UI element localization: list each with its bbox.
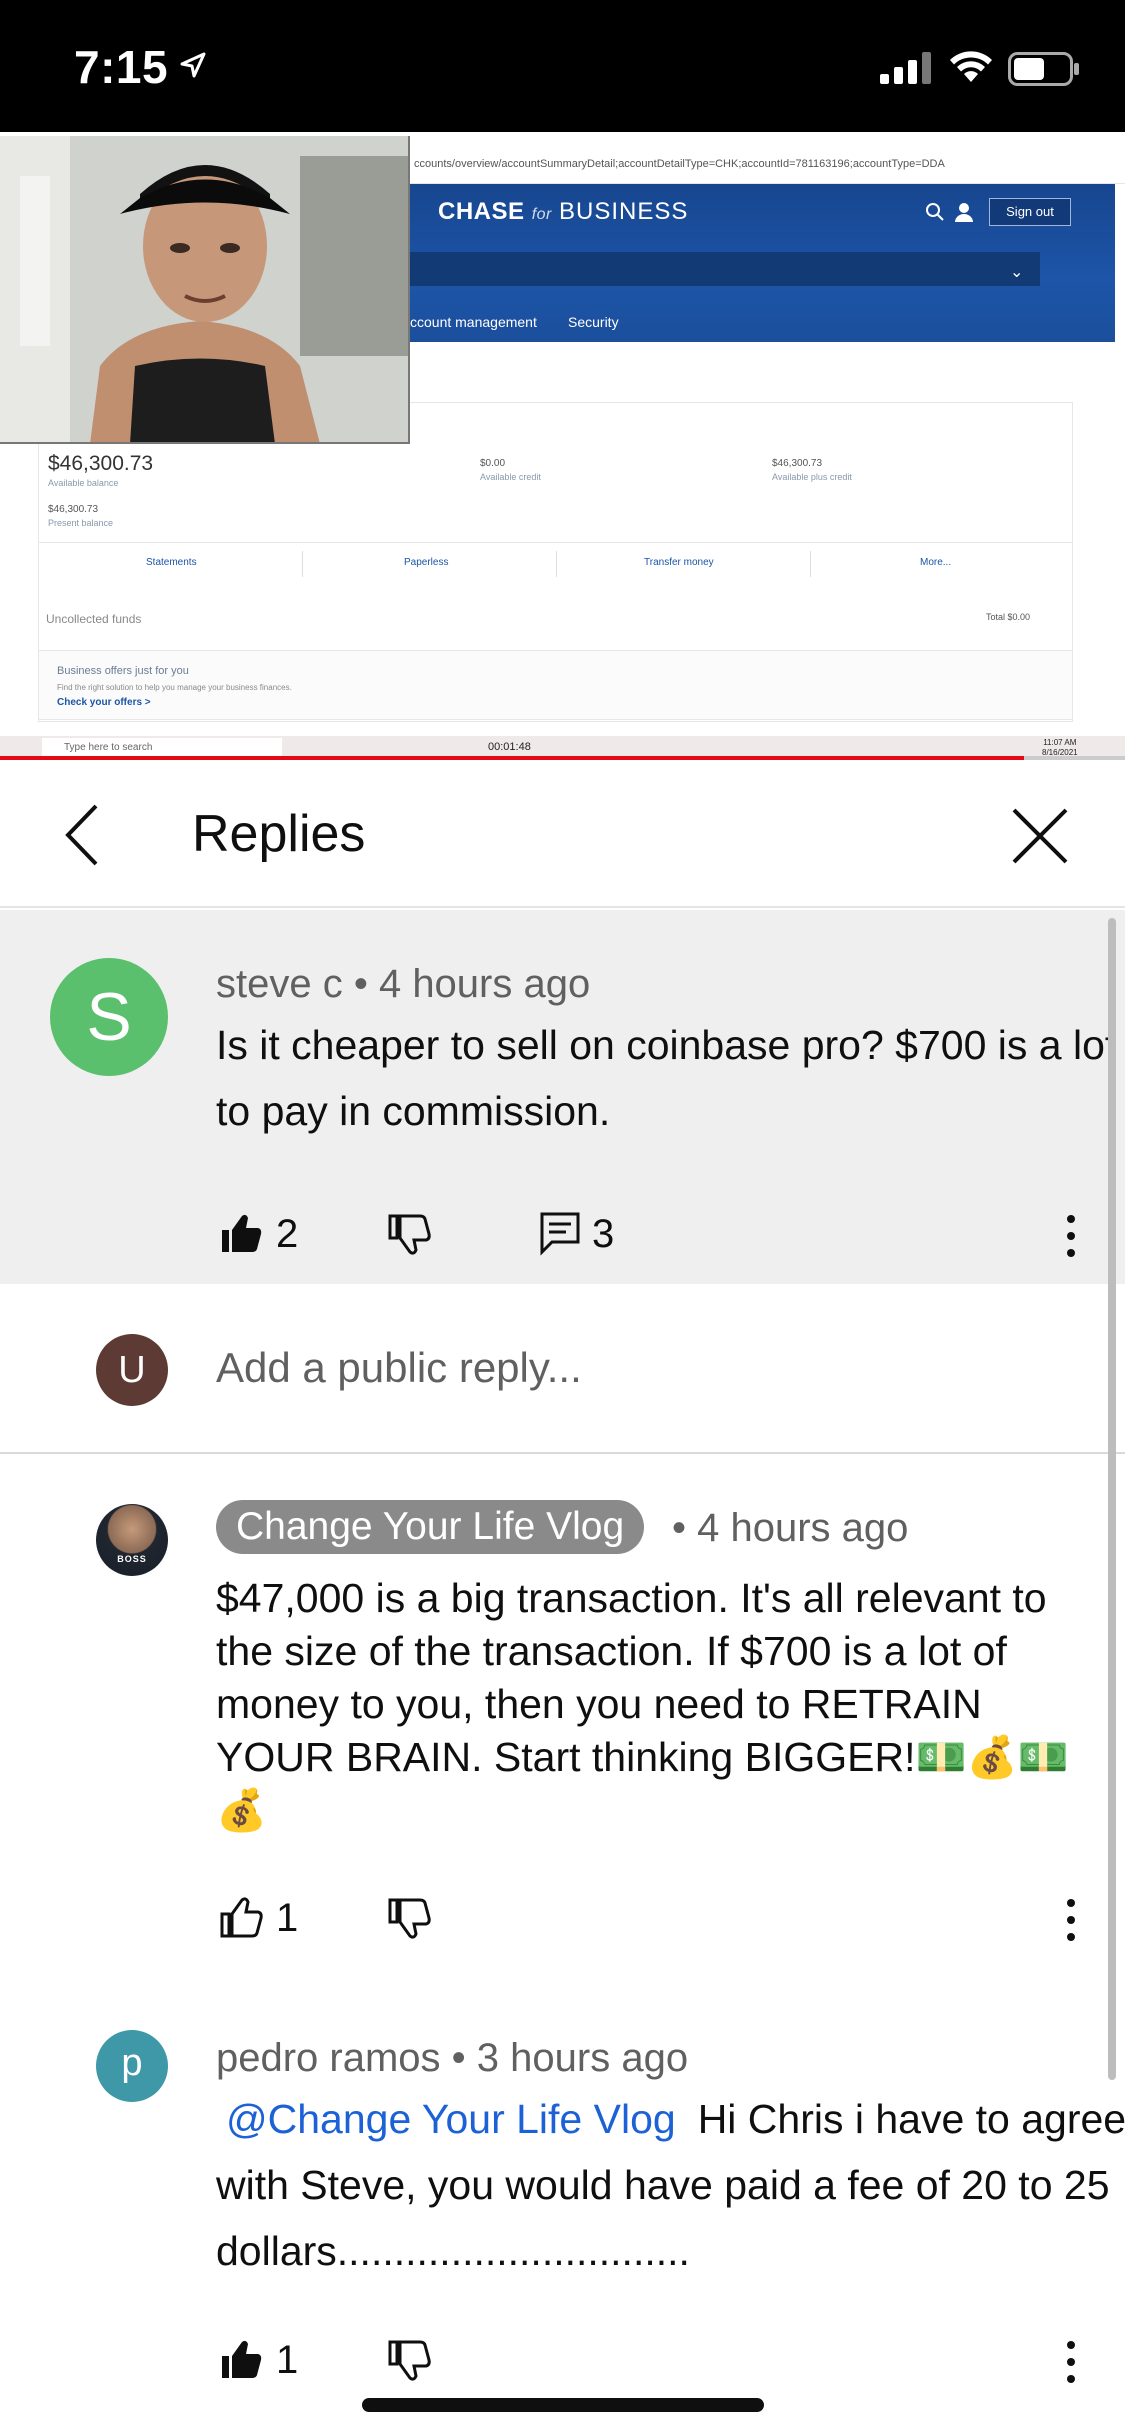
add-reply-box[interactable]: U Add a public reply...: [0, 1284, 1125, 1454]
chevron-down-icon: ⌄: [1010, 264, 1024, 281]
mention-link[interactable]: @Change Your Life Vlog: [226, 2096, 676, 2142]
chase-logo-for: for: [531, 206, 552, 223]
uncollected-funds-label: Uncollected funds: [46, 612, 142, 626]
present-balance: $46,300.73: [48, 504, 99, 515]
statements-link: Statements: [146, 557, 197, 568]
comment-meta: • 4 hours ago: [672, 1506, 908, 1551]
like-icon[interactable]: [218, 1894, 264, 1940]
browser-bar: ccounts/overview/accountSummaryDetail;ac…: [410, 132, 1125, 184]
chase-logo-business: BUSINESS: [559, 198, 689, 225]
reply-input[interactable]: Add a public reply...: [216, 1344, 582, 1392]
recording-timer: 00:01:48: [488, 741, 531, 753]
user-avatar: U: [96, 1334, 168, 1406]
replies-header: Replies: [0, 760, 1125, 908]
like-count: 2: [276, 1212, 299, 1256]
comment-text: @Change Your Life Vlog Hi Chris i have to…: [216, 2086, 1125, 2284]
like-count: 1: [276, 1896, 299, 1940]
comment-time: 4 hours ago: [378, 962, 591, 1006]
chase-nav-account-management: ccount management: [410, 314, 537, 330]
avatar-boss-text: BOSS: [117, 1554, 147, 1564]
available-plus-credit: $46,300.73: [772, 458, 823, 469]
dislike-icon[interactable]: [386, 1896, 432, 1942]
dislike-icon[interactable]: [386, 1212, 432, 1258]
browser-url: ccounts/overview/accountSummaryDetail;ac…: [414, 158, 945, 170]
author-badge[interactable]: Change Your Life Vlog: [216, 1500, 645, 1554]
reply-comment-icon[interactable]: [538, 1210, 584, 1256]
reply-item: p pedro ramos • 3 hours ago @Change Your…: [0, 1976, 1125, 2396]
cellular-signal-icon: [880, 52, 931, 84]
more-vert-icon[interactable]: [1064, 1214, 1078, 1258]
like-filled-icon[interactable]: [218, 2336, 264, 2382]
page-title: Replies: [192, 805, 366, 863]
comment-meta: steve c • 4 hours ago: [216, 962, 590, 1007]
location-arrow-icon: [180, 52, 206, 78]
divider: [810, 551, 811, 577]
chase-header: CHASE for BUSINESS Sign out ⌄ ccount man…: [410, 184, 1115, 342]
close-icon[interactable]: [1010, 806, 1070, 866]
offers-card: Business offers just for you Find the ri…: [38, 650, 1073, 720]
clock-time: 11:07 AM: [1043, 738, 1077, 747]
uncollected-total: Total $0.00: [986, 612, 1031, 622]
transfer-money-link: Transfer money: [644, 557, 714, 568]
reply-count: 3: [592, 1212, 615, 1256]
chase-search-icon: [926, 203, 944, 221]
chase-nav-security: Security: [568, 314, 619, 330]
video-player[interactable]: ccounts/overview/accountSummaryDetail;ac…: [0, 132, 1125, 760]
offers-link: Check your offers >: [57, 697, 151, 708]
present-balance-label: Present balance: [48, 518, 114, 528]
divider: [302, 551, 303, 577]
wifi-icon: [950, 51, 992, 82]
comment-time: 4 hours ago: [697, 1506, 909, 1550]
comment-author[interactable]: steve c: [216, 962, 343, 1006]
comment-actions: 1: [0, 1894, 1125, 1954]
more-link: More...: [920, 557, 952, 568]
paperless-link: Paperless: [404, 557, 449, 568]
chase-account-select: [410, 252, 1040, 286]
avatar[interactable]: S: [50, 958, 168, 1076]
available-plus-credit-label: Available plus credit: [772, 472, 852, 482]
comment-actions: 1: [0, 2336, 1125, 2396]
reply-item: BOSS Change Your Life Vlog • 4 hours ago…: [0, 1456, 1125, 1976]
available-balance-label: Available balance: [48, 478, 119, 488]
account-links: Statements Paperless Transfer money More…: [38, 542, 1073, 578]
avatar[interactable]: BOSS: [96, 1504, 168, 1576]
comment-time: 3 hours ago: [476, 2036, 689, 2080]
dislike-icon[interactable]: [386, 2338, 432, 2384]
comment-text: $47,000 is a big transaction. It's all r…: [216, 1575, 1069, 1833]
battery-icon: [1008, 52, 1079, 86]
chase-logo-chase: CHASE: [438, 198, 525, 225]
available-balance: $46,300.73: [48, 452, 154, 475]
avatar[interactable]: p: [96, 2030, 168, 2102]
home-indicator[interactable]: [362, 2398, 764, 2412]
status-bar: 7:15: [0, 0, 1125, 132]
available-credit-label: Available credit: [480, 472, 541, 482]
scrollbar[interactable]: [1108, 918, 1116, 2080]
comment-meta: pedro ramos • 3 hours ago: [216, 2036, 688, 2081]
meta-separator: •: [342, 962, 379, 1006]
webcam-overlay: [0, 136, 410, 444]
chase-logo: CHASE for BUSINESS: [438, 198, 688, 226]
taskbar-clock: 11:07 AM 8/16/2021: [1042, 738, 1078, 758]
like-filled-icon[interactable]: [218, 1210, 264, 1256]
app-screen: 7:15 ccounts/overview/accountSummaryDeta…: [0, 0, 1125, 2436]
meta-separator: •: [440, 2036, 477, 2080]
offers-title: Business offers just for you: [57, 665, 189, 677]
divider: [556, 551, 557, 577]
comment-author[interactable]: pedro ramos: [216, 2036, 441, 2080]
chase-signout-button: Sign out: [989, 198, 1071, 226]
meta-separator: •: [672, 1506, 698, 1550]
available-credit: $0.00: [480, 458, 506, 469]
taskbar-search: Type here to search: [42, 738, 282, 758]
chase-user-icon: [955, 203, 973, 222]
comment-actions: 2 3: [0, 1210, 1125, 1270]
offers-subtitle: Find the right solution to help you mana…: [57, 683, 292, 692]
like-count: 1: [276, 2338, 299, 2382]
back-arrow-icon[interactable]: [60, 800, 104, 870]
comment-text: Is it cheaper to sell on coinbase pro? $…: [216, 1022, 1117, 1134]
status-time: 7:15: [74, 41, 169, 93]
webcam-person-image: [0, 136, 408, 442]
more-vert-icon[interactable]: [1064, 1898, 1078, 1942]
more-vert-icon[interactable]: [1064, 2340, 1078, 2384]
parent-comment: S steve c • 4 hours ago Is it cheaper to…: [0, 910, 1125, 1284]
